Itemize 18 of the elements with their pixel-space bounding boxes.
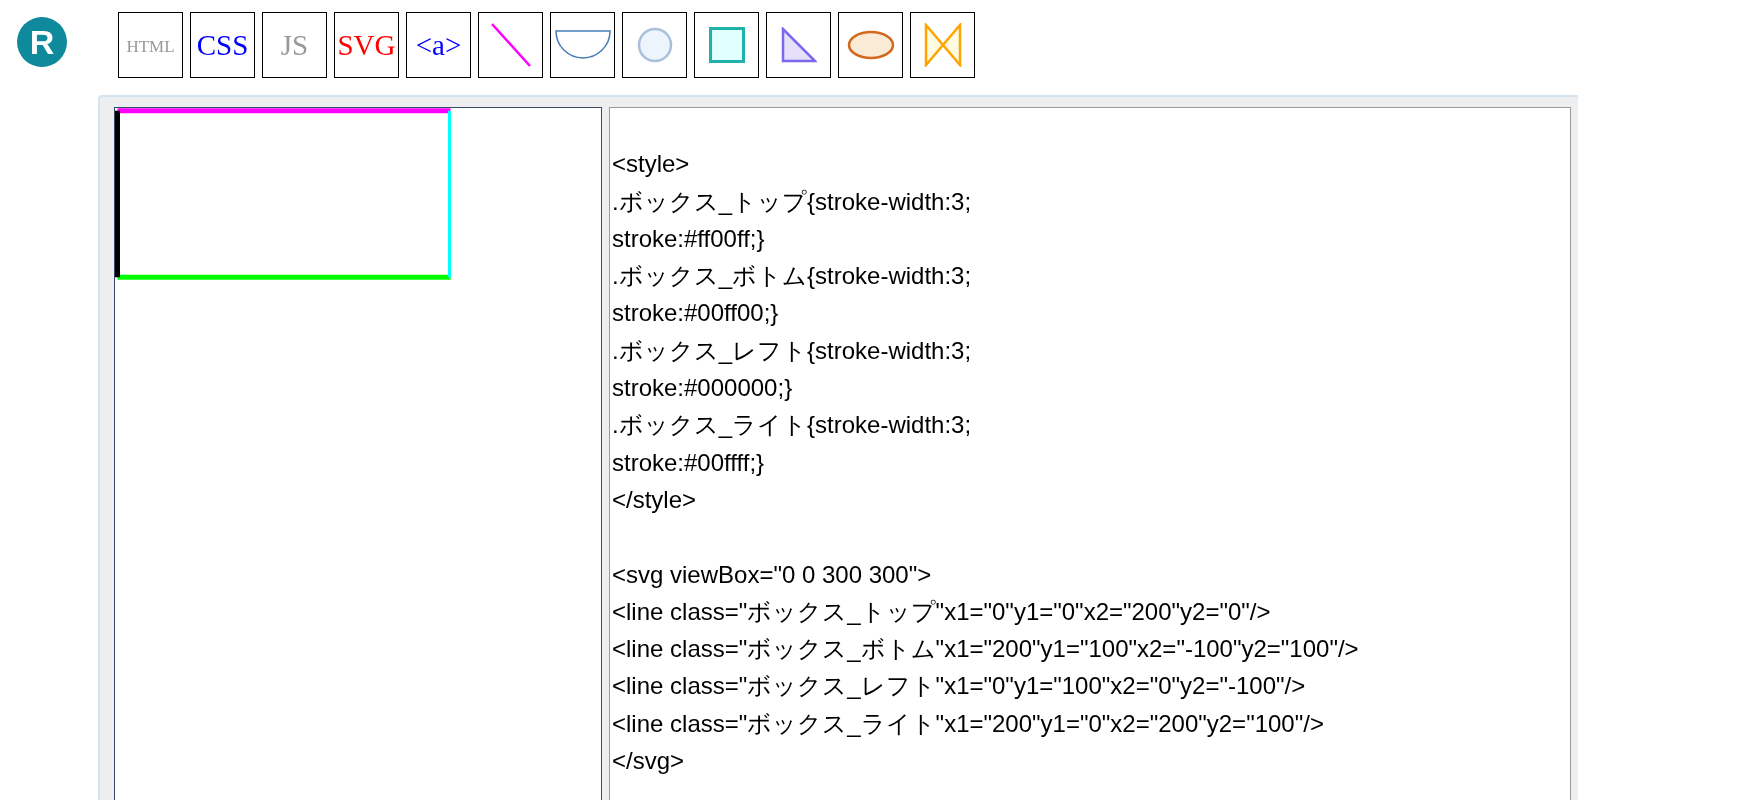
ellipse-icon [846, 30, 895, 60]
square-icon [708, 27, 745, 63]
diagonal-line-icon [489, 22, 532, 68]
logo: R [17, 17, 67, 67]
toolbar-button[interactable] [910, 12, 975, 78]
code-editor[interactable]: <style> .ボックス_トップ{stroke-width:3; stroke:#ff00ff;} .ボックス_ボトム{stroke-width:3; stroke:#00ff00;} .ボックス_レフト{stroke-width:3; stroke:#000000;} .ボックス_ライト{stroke-width:3; stroke:#00ffff;} </style> <svg viewBox="0 0 300 300"> <line class="ボックス_トップ"x1="0"y1="0"x2="200"y2="0"/> <line class="ボックス_ボトム"x1="200"y1="100"x2="-100"y2="100"/> <line class="ボックス_レフト"x1="0"y1="100"x2="0"y2="-100"/> <line class="ボックス_ライト"x1="200"y1="0"x2="200"y2="100"/> </svg> [609, 107, 1571, 800]
toolbar-button[interactable] [550, 12, 615, 78]
toolbar-button[interactable] [766, 12, 831, 78]
toolbar-button[interactable] [838, 12, 903, 78]
bowtie-icon [923, 23, 962, 67]
toolbar-button[interactable] [622, 12, 687, 78]
toolbar-button[interactable]: CSS [190, 12, 255, 78]
toolbar-button[interactable] [694, 12, 759, 78]
toolbar-button[interactable] [478, 12, 543, 78]
circle-icon [636, 27, 673, 63]
toolbar-button[interactable]: <a> [406, 12, 471, 78]
triangle-icon [780, 27, 817, 63]
toolbar-button[interactable]: SVG [334, 12, 399, 78]
